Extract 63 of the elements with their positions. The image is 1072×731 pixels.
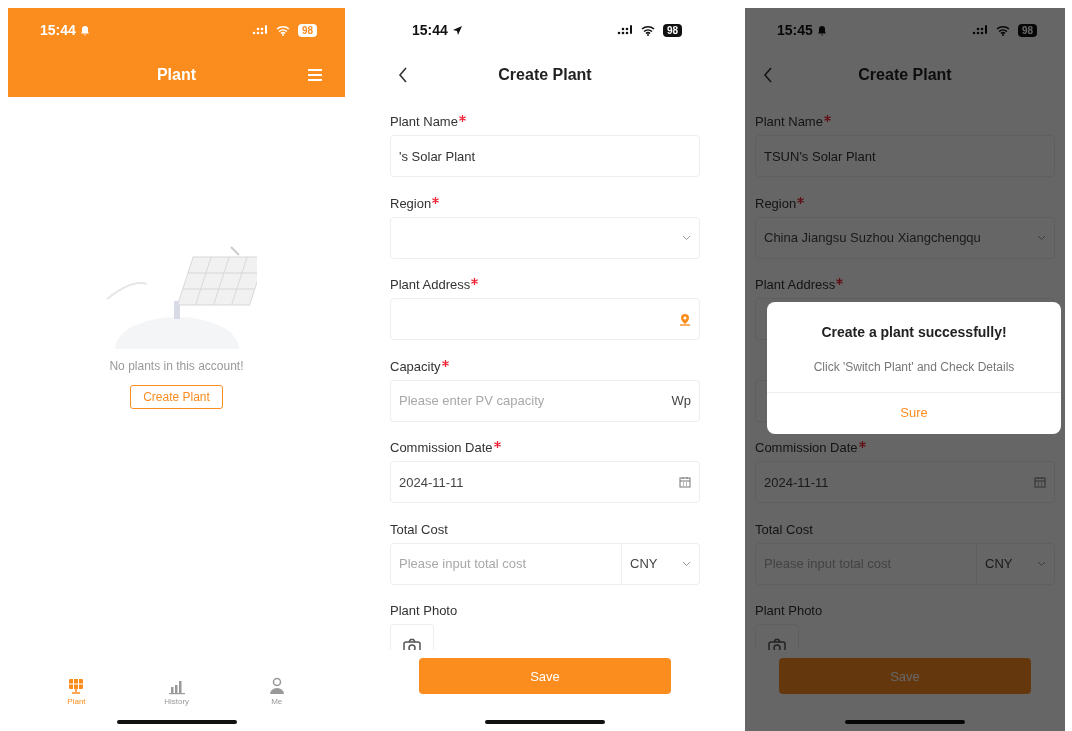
tab-bar-item[interactable]: History <box>154 677 200 706</box>
signal-icon <box>616 25 633 35</box>
battery-level: 98 <box>1017 23 1037 37</box>
camera-icon[interactable] <box>402 637 422 650</box>
tab-bar-item[interactable]: Plant <box>57 677 96 706</box>
dialog-title: Create a plant successfully! <box>821 324 1007 340</box>
date-field[interactable]: 2024-11-11 <box>390 461 700 503</box>
chevron-down-icon <box>1037 234 1046 241</box>
person-icon[interactable] <box>267 677 286 695</box>
bell-icon <box>816 24 827 36</box>
field-label: Capacity <box>390 358 441 374</box>
currency-select[interactable]: CNY <box>622 542 700 585</box>
calendar-icon[interactable] <box>679 476 691 488</box>
bell-icon <box>79 24 90 36</box>
status-time: 15:44 <box>40 22 76 38</box>
location-pin-icon[interactable] <box>679 312 691 326</box>
tab-bar-item[interactable]: Me <box>257 677 296 706</box>
chevron-down-icon <box>1037 560 1046 567</box>
save-button[interactable]: Save <box>419 658 671 694</box>
back-icon[interactable] <box>398 67 408 83</box>
wifi-icon <box>995 24 1010 36</box>
field-label: Plant Address <box>755 277 836 292</box>
empty-message: No plants in this account! <box>109 359 244 373</box>
battery-level: 98 <box>662 23 682 37</box>
field-label: Commission Date <box>755 440 858 455</box>
address-field[interactable] <box>390 298 700 340</box>
sure-button[interactable]: Sure <box>767 392 1061 434</box>
currency-select[interactable]: CNY <box>977 542 1055 585</box>
select-field[interactable]: China Jiangsu Suzhou Xiangchengqu <box>755 216 1055 259</box>
screen-title: Plant <box>156 65 197 84</box>
input-field[interactable]: TSUN's Solar Plant <box>755 135 1055 177</box>
field-label: Plant Name <box>755 114 823 129</box>
screen-title: Create Plant <box>858 65 952 84</box>
create-plant-button[interactable]: Create Plant <box>130 385 223 409</box>
calendar-icon[interactable] <box>1034 476 1046 488</box>
field-label: Region <box>755 195 797 211</box>
signal-icon <box>251 25 268 35</box>
status-time: 15:45 <box>777 22 813 38</box>
status-time: 15:44 <box>412 22 448 38</box>
field-label: Region <box>390 195 432 211</box>
select-field[interactable] <box>390 216 700 259</box>
save-button[interactable]: Save <box>779 658 1031 694</box>
chevron-down-icon <box>682 234 691 241</box>
field-label: Plant Photo <box>390 603 458 618</box>
date-field[interactable]: 2024-11-11 <box>755 461 1055 503</box>
field-label: Total Cost <box>755 521 813 537</box>
wifi-icon <box>640 24 655 36</box>
input-field[interactable]: 's Solar Plant <box>390 135 700 177</box>
menu-icon[interactable] <box>307 68 323 82</box>
signal-icon <box>971 25 988 35</box>
chevron-down-icon <box>682 560 691 567</box>
dialog-message: Click 'Switch Plant' and Check Details <box>813 360 1015 374</box>
screen-title: Create Plant <box>498 65 592 84</box>
field-label: Plant Photo <box>755 603 823 618</box>
wifi-icon <box>275 24 290 36</box>
battery-level: 98 <box>297 23 317 37</box>
field-label: Plant Name <box>390 114 458 129</box>
field-label: Commission Date <box>390 440 493 455</box>
cost-input-field[interactable]: Please input total cost <box>390 542 622 585</box>
location-arrow-icon <box>451 24 463 36</box>
solar-panel-icon[interactable] <box>67 677 86 695</box>
field-label: Total Cost <box>390 521 448 537</box>
field-label: Plant Address <box>390 277 471 292</box>
